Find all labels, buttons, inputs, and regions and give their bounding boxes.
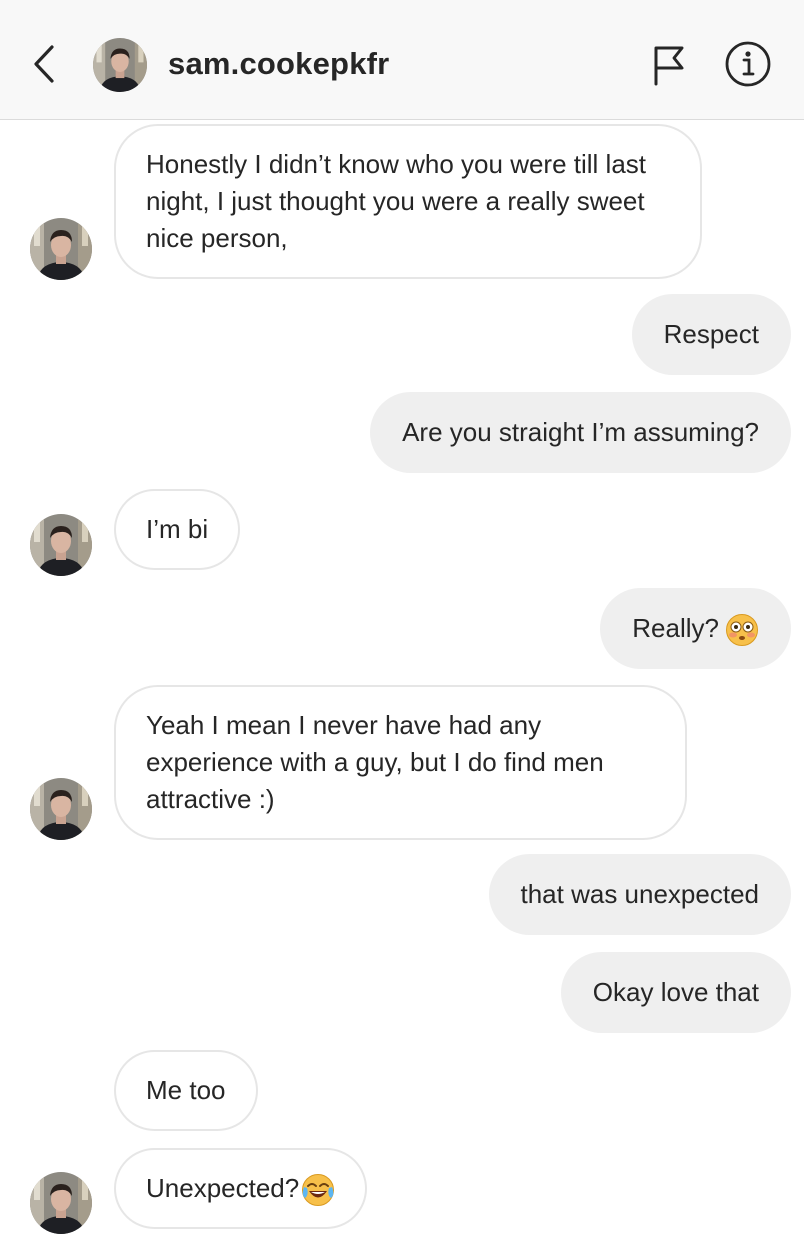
avatar-photo xyxy=(93,38,147,92)
info-button[interactable] xyxy=(724,40,772,88)
incoming-message-bubble[interactable]: I’m bi xyxy=(114,489,241,570)
outgoing-message-bubble[interactable]: that was unexpected xyxy=(488,854,791,935)
outgoing-message-bubble[interactable]: Really? xyxy=(600,588,791,670)
avatar-photo xyxy=(30,218,92,280)
message-text: Me too xyxy=(146,1075,226,1105)
message-text: Okay love that xyxy=(592,977,759,1007)
message-text: Respect xyxy=(663,319,759,349)
message-text: Are you straight I’m assuming? xyxy=(402,417,759,447)
incoming-message-bubble[interactable]: Honestly I didn’t know who you were till… xyxy=(114,124,702,279)
outgoing-message-bubble[interactable]: Okay love that xyxy=(560,952,791,1033)
message-text: Unexpected? xyxy=(146,1173,300,1203)
avatar-photo xyxy=(30,1172,92,1234)
info-icon xyxy=(725,41,771,87)
message-text: Honestly I didn’t know who you were till… xyxy=(146,149,647,253)
chevron-left-icon xyxy=(34,45,54,83)
incoming-message-bubble[interactable]: Unexpected? xyxy=(114,1148,368,1230)
message-text: that was unexpected xyxy=(520,879,760,909)
outgoing-message-bubble[interactable]: Are you straight I’m assuming? xyxy=(370,392,791,473)
tears-of-joy-emoji xyxy=(301,1173,335,1207)
incoming-message-bubble[interactable]: Yeah I mean I never have had any experie… xyxy=(114,685,687,840)
sender-avatar[interactable] xyxy=(30,1172,92,1234)
flag-icon xyxy=(654,46,684,86)
incoming-message-bubble[interactable]: Me too xyxy=(114,1050,258,1131)
flushed-face-emoji xyxy=(725,613,759,647)
avatar-photo xyxy=(30,778,92,840)
message-text: Yeah I mean I never have had any experie… xyxy=(146,710,604,814)
sender-avatar[interactable] xyxy=(30,218,92,280)
header-avatar[interactable] xyxy=(93,38,147,92)
sender-avatar[interactable] xyxy=(30,778,92,840)
message-text: Really? xyxy=(632,613,719,643)
chat-header: sam.cookepkfr xyxy=(0,0,804,120)
message-text: I’m bi xyxy=(146,514,209,544)
avatar-photo xyxy=(30,514,92,576)
report-button[interactable] xyxy=(648,44,690,86)
outgoing-message-bubble[interactable]: Respect xyxy=(631,294,791,375)
sender-avatar[interactable] xyxy=(30,514,92,576)
chat-username[interactable]: sam.cookepkfr xyxy=(168,46,389,82)
back-button[interactable] xyxy=(30,42,60,86)
